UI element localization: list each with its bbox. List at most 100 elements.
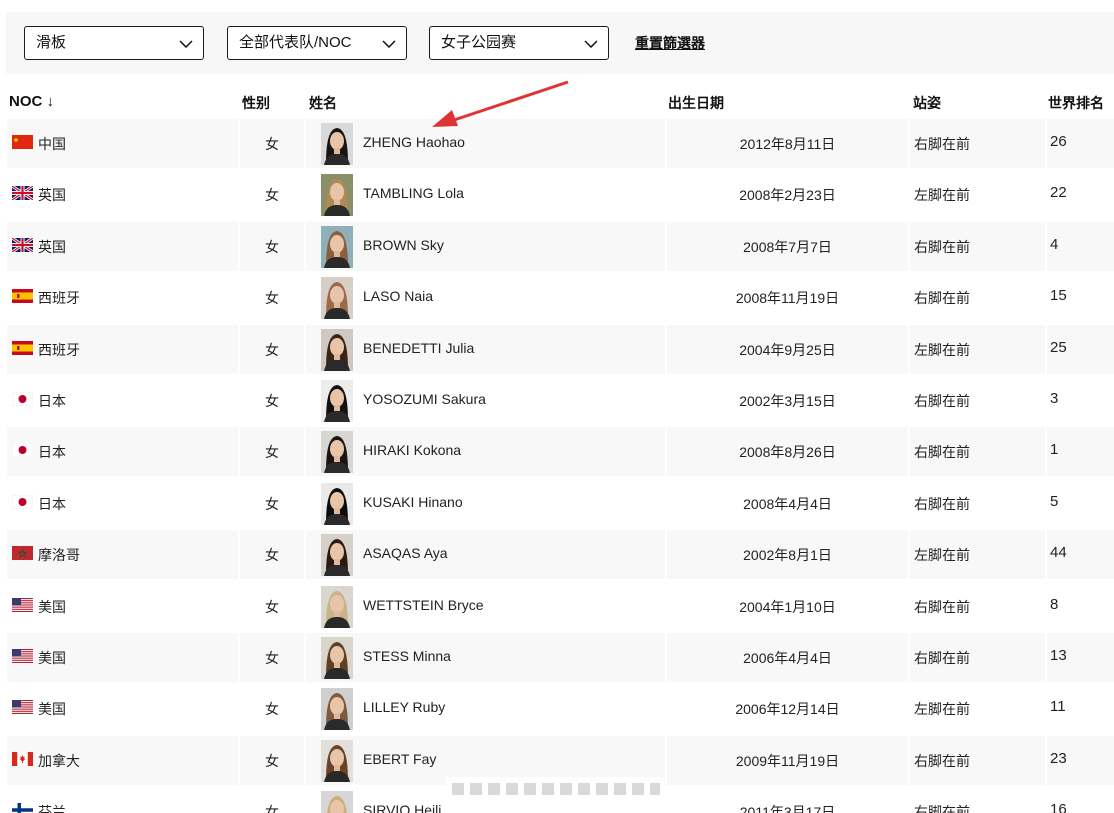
table-row[interactable]: 美国 女 WETTSTEIN Bryce 2004年1月10日 右脚在前 8 <box>0 581 1114 632</box>
athlete-name-link[interactable]: ZHENG Haohao <box>363 134 465 150</box>
noc-name: 芬兰 <box>38 804 66 813</box>
spain-flag-icon <box>12 340 33 355</box>
gender-cell: 女 <box>240 324 304 374</box>
athlete-photo[interactable] <box>321 123 353 165</box>
athlete-photo[interactable] <box>321 739 353 782</box>
noc-name: 美国 <box>38 649 66 666</box>
rank-cell: 44 <box>1047 530 1114 580</box>
athlete-photo[interactable] <box>321 328 353 371</box>
dob-value: 2008年2月23日 <box>739 187 836 204</box>
athlete-name-link[interactable]: WETTSTEIN Bryce <box>363 597 484 613</box>
column-header-stance[interactable]: 站姿 <box>913 93 941 113</box>
athlete-name-link[interactable]: KUSAKI Hinano <box>363 494 463 510</box>
rank-value: 15 <box>1050 287 1067 305</box>
table-row[interactable]: 日本 女 HIRAKI Kokona 2008年8月26日 右脚在前 1 <box>0 426 1114 477</box>
athlete-name-link[interactable]: ASAQAS Aya <box>363 545 448 561</box>
noc-select[interactable]: 全部代表队/NOC <box>227 26 407 60</box>
gender-cell: 女 <box>240 787 304 813</box>
athlete-name-link[interactable]: LILLEY Ruby <box>363 699 445 715</box>
stance-cell: 右脚在前 <box>910 376 1045 425</box>
name-cell: LILLEY Ruby <box>306 684 665 733</box>
rank-value: 16 <box>1050 801 1067 813</box>
table-row[interactable]: 中国 女 ZHENG Haohao 2012年8月11日 右脚在前 26 <box>0 118 1114 169</box>
stance-value: 左脚在前 <box>914 701 970 718</box>
dob-value: 2012年8月11日 <box>739 136 836 152</box>
name-cell: LASO Naia <box>306 273 665 322</box>
reset-filters-link[interactable]: 重置篩選器 <box>635 33 705 53</box>
athlete-photo[interactable] <box>321 791 353 813</box>
table-row[interactable]: 美国 女 STESS Minna 2006年4月4日 右脚在前 13 <box>0 632 1114 683</box>
stance-value: 右脚在前 <box>914 752 970 769</box>
athlete-name-link[interactable]: BROWN Sky <box>363 237 444 253</box>
athlete-photo[interactable] <box>321 225 353 268</box>
athlete-photo[interactable] <box>321 534 353 577</box>
table-row[interactable]: 日本 女 YOSOZUMI Sakura 2002年3月15日 右脚在前 3 <box>0 375 1114 426</box>
athlete-name-link[interactable]: LASO Naia <box>363 288 433 304</box>
column-header-dob[interactable]: 出生日期 <box>668 93 724 113</box>
gender-value: 女 <box>265 598 279 615</box>
rank-value: 25 <box>1050 338 1067 356</box>
rank-cell: 3 <box>1047 376 1114 425</box>
noc-cell: 摩洛哥 <box>7 530 238 580</box>
athlete-name-link[interactable]: TAMBLING Lola <box>363 185 464 201</box>
athlete-table-body: 中国女 ZHENG Haohao 2012年8月11日 右脚在前 26 英国女 TAMBLI… <box>0 118 1114 813</box>
dob-cell: 2012年8月11日 <box>667 119 908 168</box>
athlete-photo[interactable] <box>321 482 353 525</box>
sport-select-value: 滑板 <box>36 34 67 51</box>
column-header-gender[interactable]: 性别 <box>242 93 270 113</box>
athlete-photo[interactable] <box>321 636 353 679</box>
column-header-name[interactable]: 姓名 <box>309 93 337 113</box>
dob-value: 2006年4月4日 <box>743 649 832 666</box>
stance-cell: 右脚在前 <box>910 479 1045 528</box>
athlete-photo[interactable] <box>321 431 353 474</box>
stance-cell: 右脚在前 <box>910 787 1045 813</box>
table-row[interactable]: 摩洛哥 女 ASAQAS Aya 2002年8月1日 左脚在前 44 <box>0 529 1114 580</box>
table-row[interactable]: 英国 女 TAMBLING Lola 2008年2月23日 左脚在前 22 <box>0 169 1114 220</box>
gender-value: 女 <box>265 804 279 813</box>
table-row[interactable]: 西班牙 女 LASO Naia 2008年11月19日 右脚在前 15 <box>0 272 1114 323</box>
chevron-down-icon <box>382 40 396 48</box>
athlete-name-link[interactable]: EBERT Fay <box>363 751 436 767</box>
athlete-name-link[interactable]: HIRAKI Kokona <box>363 442 461 458</box>
gender-value: 女 <box>265 752 279 769</box>
noc-name: 加拿大 <box>38 752 80 769</box>
athlete-photo[interactable] <box>321 174 353 217</box>
athlete-photo[interactable] <box>321 277 353 320</box>
dob-cell: 2008年7月7日 <box>667 221 908 271</box>
athlete-name-link[interactable]: SIRVIO Heili <box>363 802 441 813</box>
gender-value: 女 <box>265 238 279 255</box>
usa-flag-icon <box>12 648 33 663</box>
stance-cell: 左脚在前 <box>910 324 1045 374</box>
column-header-rank[interactable]: 世界排名 <box>1048 93 1104 113</box>
athlete-photo[interactable] <box>321 379 353 422</box>
dob-cell: 2008年2月23日 <box>667 170 908 219</box>
gender-cell: 女 <box>240 632 304 682</box>
rank-cell: 26 <box>1047 119 1114 168</box>
athlete-name-link[interactable]: BENEDETTI Julia <box>363 340 474 356</box>
rank-cell: 8 <box>1047 582 1114 631</box>
dob-value: 2008年4月4日 <box>743 495 832 512</box>
stance-value: 右脚在前 <box>914 598 970 615</box>
rank-value: 4 <box>1050 235 1059 253</box>
athlete-name-link[interactable]: YOSOZUMI Sakura <box>363 391 486 407</box>
column-header-noc[interactable]: NOC ↓ <box>9 93 54 110</box>
rank-value: 5 <box>1050 492 1059 510</box>
athlete-photo[interactable] <box>321 585 353 628</box>
event-select[interactable]: 女子公园赛 <box>429 26 609 60</box>
uk-flag-icon <box>12 237 33 252</box>
dob-cell: 2008年4月4日 <box>667 479 908 528</box>
canada-flag-icon <box>12 751 33 766</box>
rank-value: 1 <box>1050 441 1059 459</box>
noc-name: 西班牙 <box>38 341 80 358</box>
stance-value: 左脚在前 <box>914 187 970 204</box>
table-row[interactable]: 日本 女 KUSAKI Hinano 2008年4月4日 右脚在前 5 <box>0 478 1114 529</box>
noc-cell: 日本 <box>7 427 238 477</box>
gender-value: 女 <box>265 341 279 358</box>
table-row[interactable]: 英国 女 BROWN Sky 2008年7月7日 右脚在前 4 <box>0 221 1114 272</box>
table-row[interactable]: 美国 女 LILLEY Ruby 2006年12月14日 左脚在前 11 <box>0 683 1114 734</box>
athlete-photo[interactable] <box>321 688 353 731</box>
athlete-name-link[interactable]: STESS Minna <box>363 648 451 664</box>
sport-select[interactable]: 滑板 <box>24 26 204 60</box>
rank-value: 22 <box>1050 184 1067 202</box>
table-row[interactable]: 西班牙 女 BENEDETTI Julia 2004年9月25日 左脚在前 25 <box>0 324 1114 375</box>
